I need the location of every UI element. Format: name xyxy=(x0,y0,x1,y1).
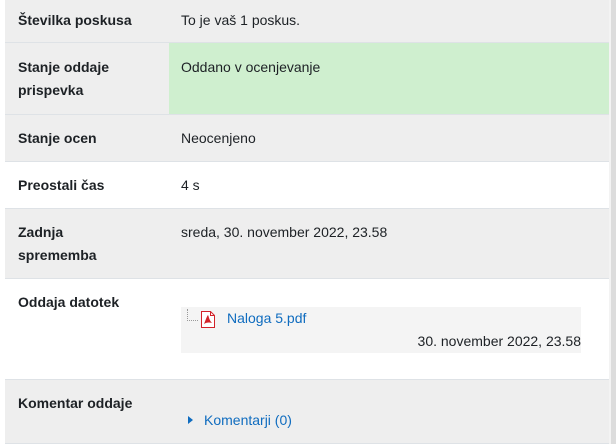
file-date: 30. november 2022, 23.58 xyxy=(417,332,581,349)
tree-connector xyxy=(187,308,198,321)
caret-right-icon xyxy=(188,415,193,424)
comments-toggle-label: Komentarji (0) xyxy=(204,411,292,428)
time-remaining-label: Preostali čas xyxy=(5,161,169,209)
submission-status-value: Oddano v ocenjevanje xyxy=(169,42,609,115)
pdf-icon xyxy=(201,310,215,328)
last-modified-label-line1: Zadnja xyxy=(18,223,64,240)
table-row: Številka poskusa To je vaš 1 poskus. xyxy=(5,0,609,43)
submission-comments-cell: Komentarji (0) xyxy=(169,379,609,444)
last-modified-label-line2: sprememba xyxy=(18,246,97,263)
attempt-number-value: To je vaš 1 poskus. xyxy=(169,0,609,43)
last-modified-value: sreda, 30. november 2022, 23.58 xyxy=(169,208,609,279)
attempt-number-label: Številka poskusa xyxy=(5,0,169,43)
time-remaining-value: 4 s xyxy=(169,161,609,209)
table-row: Zadnja sprememba sreda, 30. november 202… xyxy=(5,208,609,279)
submission-status-label: Stanje oddaje prispevka xyxy=(5,42,169,115)
file-submissions-label: Oddaja datotek xyxy=(5,278,169,380)
submission-status-label-line1: Stanje oddaje xyxy=(18,58,110,75)
table-row: Preostali čas 4 s xyxy=(5,161,609,209)
table-row: Stanje oddaje prispevka Oddano v ocenjev… xyxy=(5,42,609,115)
file-submissions-cell: Naloga 5.pdf 30. november 2022, 23.58 xyxy=(169,278,609,380)
table-row: Stanje ocen Neocenjeno xyxy=(5,114,609,162)
file-tree: Naloga 5.pdf 30. november 2022, 23.58 xyxy=(181,306,581,353)
submission-status-label-line2: prispevka xyxy=(18,81,84,98)
comments-toggle[interactable]: Komentarji (0) xyxy=(188,409,292,432)
submission-comments-label: Komentar oddaje xyxy=(5,379,169,444)
table-row: Komentar oddaje Komentarji (0) xyxy=(5,379,609,444)
window-edge xyxy=(611,0,616,444)
file-link[interactable]: Naloga 5.pdf xyxy=(227,307,306,330)
table-row: Oddaja datotek Naloga 5.pdf 30. november… xyxy=(5,278,609,380)
submission-status-table: Številka poskusa To je vaš 1 poskus. Sta… xyxy=(5,0,609,444)
grading-status-label: Stanje ocen xyxy=(5,114,169,162)
last-modified-label: Zadnja sprememba xyxy=(5,208,169,279)
grading-status-value: Neocenjeno xyxy=(169,114,609,162)
